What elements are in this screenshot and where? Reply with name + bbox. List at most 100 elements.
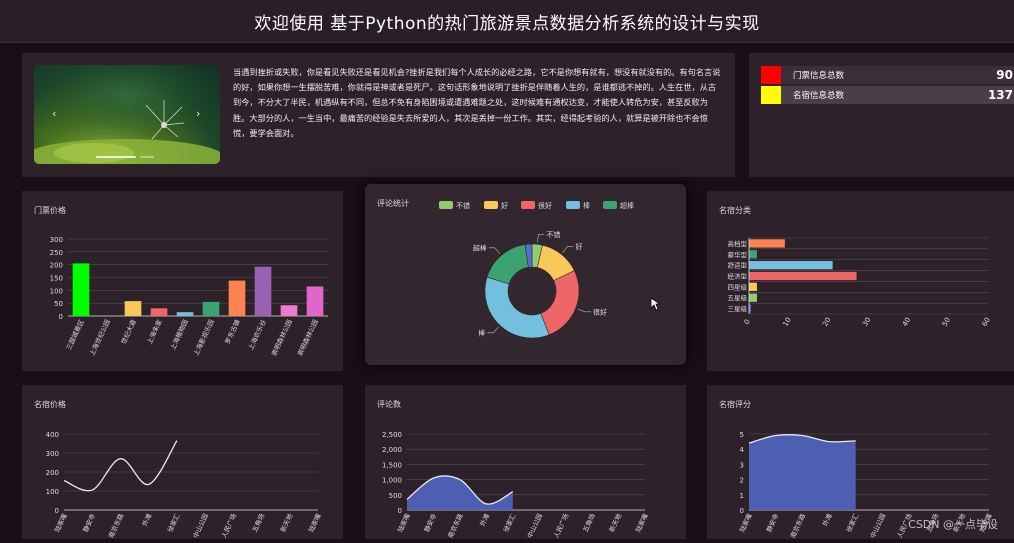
y-tick-label: 0 — [398, 507, 402, 515]
x-tick-label: 上海影视乐园 — [191, 318, 216, 357]
chart-title: 评论统计 — [377, 199, 409, 208]
bar — [202, 301, 220, 316]
y-tick-label: 100 — [50, 287, 63, 295]
bar — [749, 282, 757, 291]
chart-title: 评论数 — [377, 400, 401, 409]
stat-swatch — [761, 66, 781, 84]
x-tick-label: 上海欢乐谷 — [246, 318, 268, 352]
watermark: CSDN @一点毕设 — [908, 518, 998, 531]
y-tick-label: 三星级 — [728, 304, 748, 313]
y-tick-label: 2 — [740, 477, 744, 485]
legend-label: 不错 — [456, 201, 470, 210]
x-tick-label: 南京东路 — [446, 512, 465, 539]
x-tick-label: 南京东路 — [788, 512, 807, 539]
pie-label-line — [537, 234, 545, 243]
legend-swatch — [439, 201, 453, 209]
bar — [72, 263, 90, 316]
y-tick-label: 200 — [46, 469, 59, 477]
bar — [280, 305, 298, 316]
y-tick-label: 0 — [59, 313, 63, 321]
y-tick-label: 经济型 — [728, 272, 748, 281]
x-tick-label: 0 — [743, 318, 752, 326]
x-tick-label: 外滩 — [140, 512, 154, 528]
app-header: 欢迎使用 基于Python的热门旅游景点数据分析系统的设计与实现 — [0, 0, 1014, 43]
y-tick-label: 3 — [740, 461, 744, 469]
x-tick-label: 陆家嘴 — [306, 512, 323, 534]
chart-title: 门票价格 — [34, 206, 66, 215]
legend-swatch — [566, 201, 580, 209]
carousel-image[interactable]: ‹ › — [34, 65, 220, 164]
legend-label: 很好 — [538, 201, 552, 210]
y-tick-label: 1,500 — [382, 461, 402, 469]
y-tick-label: 2,500 — [382, 431, 402, 439]
bar — [228, 280, 246, 316]
bar — [749, 261, 833, 270]
bar — [749, 271, 857, 281]
y-tick-label: 5 — [740, 431, 744, 439]
homestay-price-chart: 0 100 200 300 400 陆家嘴 静安寺 南京东路 外滩 徐家汇 中山公园 人民广场 五角场新… — [46, 431, 323, 539]
bar — [749, 293, 757, 302]
x-tick-label: 徐家汇 — [501, 512, 518, 534]
y-tick-label: 400 — [46, 431, 59, 439]
area-fill — [407, 475, 513, 510]
legend-label: 好 — [501, 201, 508, 210]
chart-title: 名宿价格 — [34, 400, 66, 409]
y-tick-label: 250 — [50, 249, 63, 257]
x-tick-label: 20 — [821, 316, 832, 328]
comment-count-chart: 0 500 1,000 1,500 2,000 2,500 陆家嘴 静安寺 南京东路 外滩 徐家汇中… — [382, 431, 650, 539]
pie-label-line — [488, 247, 501, 255]
x-tick-label: 人民广场 — [219, 512, 238, 539]
x-tick-label: 静安寺 — [764, 512, 781, 534]
x-tick-label: 上海朱家 — [145, 318, 164, 346]
x-tick-label: 静安寺 — [422, 512, 439, 534]
pie-label-line — [577, 308, 592, 313]
pie-slice — [540, 270, 580, 336]
homestay-price-panel: 名宿价格 0 100 200 300 400 陆家嘴 静安寺 南京东路 外滩 徐家汇 中山公园 人民广… — [22, 385, 343, 539]
x-tick-label: 徐家汇 — [844, 512, 861, 534]
chart-title: 名宿分类 — [719, 206, 751, 215]
y-tick-label: 舒适型 — [728, 261, 748, 270]
y-tick-label: 0 — [740, 507, 744, 515]
homestay-rating-panel: 名宿评分 0 1 2 3 4 5 陆家嘴 静安寺 南京东路 外滩 徐家汇 中山公园 人民广场 五角场 新天地… — [707, 385, 1014, 539]
x-tick-label: 40 — [901, 316, 912, 328]
pie-label: 不错 — [546, 230, 560, 239]
y-tick-label: 500 — [389, 492, 402, 500]
x-tick-label: 上海植物园 — [168, 318, 190, 351]
x-tick-label: 五角场 — [581, 512, 598, 534]
pie-label: 很好 — [593, 307, 607, 316]
x-tick-label: 南京东路 — [106, 512, 125, 539]
comment-count-panel: 评论数 0 500 1,000 1,500 2,000 2,500 陆家嘴 静安寺 南京东路 外滩… — [365, 385, 686, 539]
y-tick-label: 1 — [740, 492, 744, 500]
pie-label: 超棒 — [473, 243, 487, 252]
bar — [176, 312, 194, 316]
carousel-next-icon[interactable]: › — [196, 107, 200, 120]
mouse-cursor-icon — [650, 297, 660, 311]
x-tick-label: 中山公园 — [191, 512, 210, 539]
homestay-category-chart: 0 10 20 30 40 50 60 高档型豪华型舒适型经济型四星级五星级三星级 — [728, 237, 992, 328]
x-tick-label: 陆家嘴 — [633, 512, 650, 534]
intro-panel: ‹ › 当遇到挫折或失败，你是看见失败还是看见机会?挫折是我们每个人成长的必经之… — [22, 53, 735, 177]
x-tick-label: 五角场 — [250, 512, 267, 534]
x-tick-label: 中山公园 — [525, 512, 544, 539]
ticket-price-panel: 门票价格 0 50 100 150 200 250 300 三国城景区 上海世纪公园 世纪大道 上海… — [22, 191, 343, 371]
y-tick-label: 1,000 — [382, 477, 402, 485]
stat-label: 门票信息总数 — [793, 71, 845, 81]
legend-label: 棒 — [583, 201, 590, 210]
pie-label: 棒 — [478, 328, 485, 337]
x-tick-label: 崇明森林公园 — [295, 318, 320, 357]
bar — [254, 266, 272, 316]
area-fill — [749, 434, 856, 510]
x-tick-label: 新天地 — [607, 512, 624, 534]
y-tick-label: 300 — [50, 236, 63, 244]
series-line — [63, 440, 178, 492]
pie-label-line — [487, 326, 499, 334]
stat-value: 90 — [996, 68, 1013, 82]
stat-swatch — [761, 86, 781, 104]
carousel-prev-icon[interactable]: ‹ — [52, 107, 56, 120]
y-tick-label: 0 — [55, 507, 59, 515]
ticket-price-chart: 0 50 100 150 200 250 300 三国城景区 上海世纪公园 世纪大道 上海朱家 上海植… — [50, 236, 328, 357]
x-tick-label: 人民广场 — [551, 512, 570, 539]
x-tick-label: 10 — [781, 316, 792, 328]
bar — [306, 286, 324, 316]
y-tick-label: 100 — [46, 488, 59, 496]
